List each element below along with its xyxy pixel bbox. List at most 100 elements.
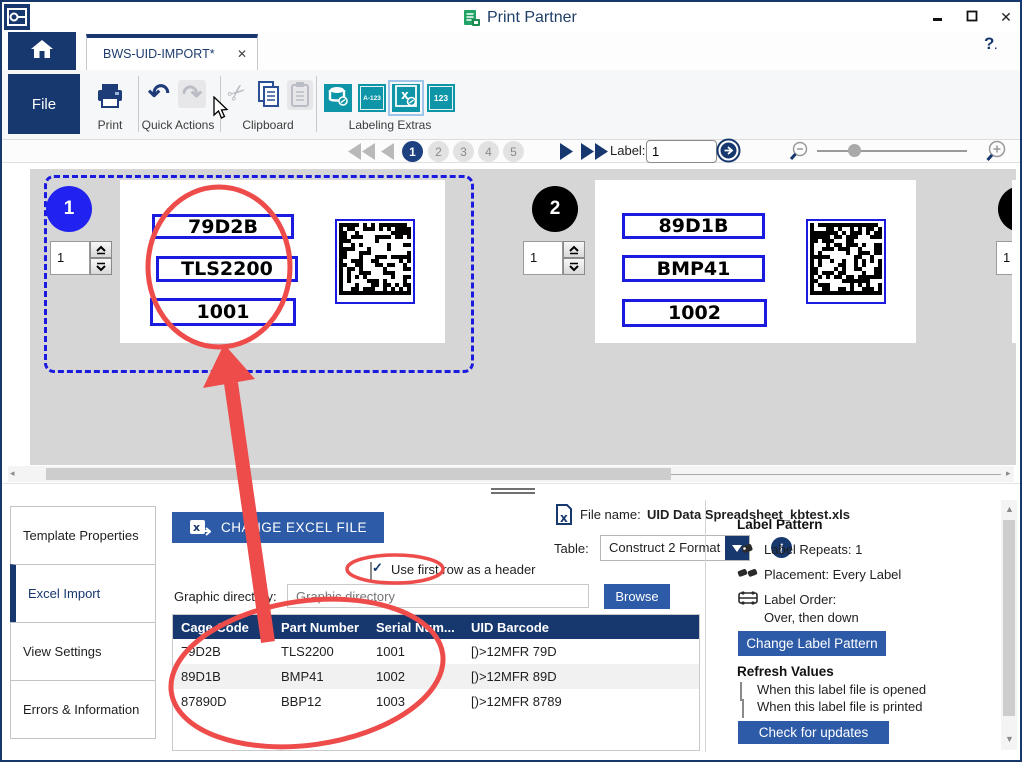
column-header[interactable]: Part Number	[281, 620, 376, 635]
scroll-down-icon[interactable]: ▼	[1005, 734, 1014, 744]
datamatrix-barcode[interactable]	[335, 219, 415, 304]
file-button[interactable]: File	[8, 74, 80, 134]
first-label-button[interactable]	[347, 143, 377, 165]
label-1[interactable]: 79D2B TLS2200 1001	[120, 180, 445, 343]
excel-data-grid[interactable]: Cage Code Part Number Serial Num... UID …	[172, 614, 700, 751]
tab-view-settings[interactable]: View Settings	[10, 622, 156, 681]
copy-button[interactable]	[256, 79, 282, 114]
splitter-grip	[491, 492, 535, 494]
part-number-field[interactable]: BMP41	[622, 255, 765, 282]
first-row-header-checkbox[interactable]	[370, 562, 372, 581]
horizontal-scroll-thumb[interactable]	[46, 468, 671, 480]
label-repeats-value: Label Repeats: 1	[764, 542, 862, 557]
label-1-repeat-spinner[interactable]: 1	[50, 241, 112, 275]
browse-button[interactable]: Browse	[604, 584, 670, 609]
page-circle-1[interactable]: 1	[402, 141, 423, 162]
splitter-grip	[491, 488, 535, 490]
data-source-button[interactable]	[324, 84, 352, 112]
app-window: Print Partner ✕ BWS-UID-IMPORT* ✕ ?. Fil…	[0, 0, 1022, 762]
panel-splitter[interactable]	[2, 483, 1020, 497]
label-repeats-icon	[740, 541, 756, 560]
tab-errors-information[interactable]: Errors & Information	[10, 680, 156, 739]
paste-button[interactable]	[287, 80, 313, 110]
label-order-icon	[738, 590, 758, 611]
help-button[interactable]: ?.	[984, 34, 997, 54]
next-label-button[interactable]	[558, 143, 574, 165]
spinner-down-button[interactable]	[90, 258, 112, 275]
print-partner-icon	[462, 8, 482, 33]
tab-close-icon[interactable]: ✕	[237, 47, 247, 61]
panel-divider	[705, 500, 706, 752]
repeat-value[interactable]: 1	[50, 241, 90, 275]
last-label-button[interactable]	[580, 143, 610, 165]
maximize-button[interactable]	[959, 6, 985, 28]
minimize-button[interactable]	[925, 6, 951, 28]
cage-code-field[interactable]: 89D1B	[622, 213, 765, 239]
quick-actions-group-label: Quick Actions	[134, 118, 222, 132]
label-2[interactable]: 89D1B BMP41 1002	[595, 180, 916, 343]
label-preview-area: 1 1 79D2B TLS2200 1001 2 1 89D1B BMP4	[2, 163, 1020, 465]
change-excel-file-button[interactable]: x CHANGE EXCEL FILE	[172, 512, 384, 543]
refresh-on-print-checkbox[interactable]	[742, 699, 744, 718]
serial-number-field[interactable]: 1001	[150, 298, 296, 326]
close-button[interactable]: ✕	[993, 6, 1019, 28]
zoom-slider-thumb[interactable]	[848, 144, 861, 157]
horizontal-scrollbar[interactable]: ◂ ▸	[8, 466, 1014, 482]
label-3[interactable]	[1012, 180, 1016, 343]
label-number-input[interactable]	[646, 140, 717, 163]
refresh-on-open-label: When this label file is opened	[757, 682, 926, 697]
table-row[interactable]: 79D2B TLS2200 1001 [)>12MFR 79D	[173, 639, 699, 664]
datamatrix-barcode[interactable]	[806, 219, 886, 304]
document-tab[interactable]: BWS-UID-IMPORT* ✕	[86, 34, 258, 70]
table-row[interactable]: 89D1B BMP41 1002 [)>12MFR 89D	[173, 664, 699, 689]
excel-import-button[interactable]: x	[392, 84, 420, 112]
123-icon: 123	[429, 86, 453, 110]
scroll-right-icon[interactable]: ▸	[1006, 468, 1011, 479]
page-circle-5[interactable]: 5	[503, 141, 524, 162]
home-tab[interactable]	[8, 32, 76, 70]
zoom-slider-track[interactable]	[817, 150, 967, 152]
label-caption: Label:	[610, 143, 645, 158]
redo-button[interactable]: ↷	[178, 80, 206, 108]
serial-number-field[interactable]: 1002	[622, 299, 767, 327]
label-order-value: Over, then down	[764, 610, 859, 625]
page-circle-4[interactable]: 4	[478, 141, 499, 162]
column-header[interactable]: Cage Code	[173, 620, 281, 635]
file-name-caption: File name:	[580, 507, 641, 522]
vertical-scrollbar[interactable]: ▲ ▼	[1001, 500, 1017, 750]
spinner-down-button[interactable]	[563, 258, 585, 275]
page-circle-2[interactable]: 2	[428, 141, 449, 162]
table-select[interactable]: Construct 2 Format 12	[600, 535, 750, 561]
vertical-scroll-thumb[interactable]	[1003, 520, 1015, 716]
preview-canvas[interactable]: 1 1 79D2B TLS2200 1001 2 1 89D1B BMP4	[30, 169, 1016, 465]
paste-icon	[287, 97, 313, 114]
cage-code-field[interactable]: 79D2B	[152, 214, 294, 239]
table-row[interactable]: 87890D BBP12 1003 [)>12MFR 8789	[173, 689, 699, 714]
clipboard-group-label: Clipboard	[224, 118, 312, 132]
previous-label-button[interactable]	[380, 143, 396, 165]
cut-button[interactable]: ✂	[222, 77, 253, 109]
column-header[interactable]: UID Barcode	[471, 620, 699, 635]
serialization-button[interactable]: A-123	[358, 84, 386, 112]
spinner-up-button[interactable]	[90, 241, 112, 258]
check-for-updates-button[interactable]: Check for updates	[738, 721, 889, 744]
print-button[interactable]	[95, 82, 125, 115]
graphic-directory-input[interactable]	[287, 584, 589, 608]
number-values-button[interactable]: 123	[427, 84, 455, 112]
scroll-up-icon[interactable]: ▲	[1005, 504, 1014, 514]
labeling-extras-group-label: Labeling Extras	[338, 118, 442, 132]
undo-button[interactable]: ↶	[148, 78, 170, 109]
page-circle-3[interactable]: 3	[453, 141, 474, 162]
a123-icon: A-123	[360, 86, 384, 110]
spinner-up-button[interactable]	[563, 241, 585, 258]
graphic-directory-caption: Graphic directory:	[174, 589, 277, 604]
repeat-value[interactable]: 1	[523, 241, 563, 275]
part-number-field[interactable]: TLS2200	[156, 256, 298, 282]
tab-template-properties[interactable]: Template Properties	[10, 506, 156, 565]
scroll-left-icon[interactable]: ◂	[10, 468, 15, 479]
undo-icon: ↶	[148, 78, 170, 108]
label-2-repeat-spinner[interactable]: 1	[523, 241, 585, 275]
column-header[interactable]: Serial Num...	[376, 620, 471, 635]
tab-excel-import[interactable]: Excel Import	[10, 564, 156, 623]
change-label-pattern-button[interactable]: Change Label Pattern	[738, 631, 886, 656]
